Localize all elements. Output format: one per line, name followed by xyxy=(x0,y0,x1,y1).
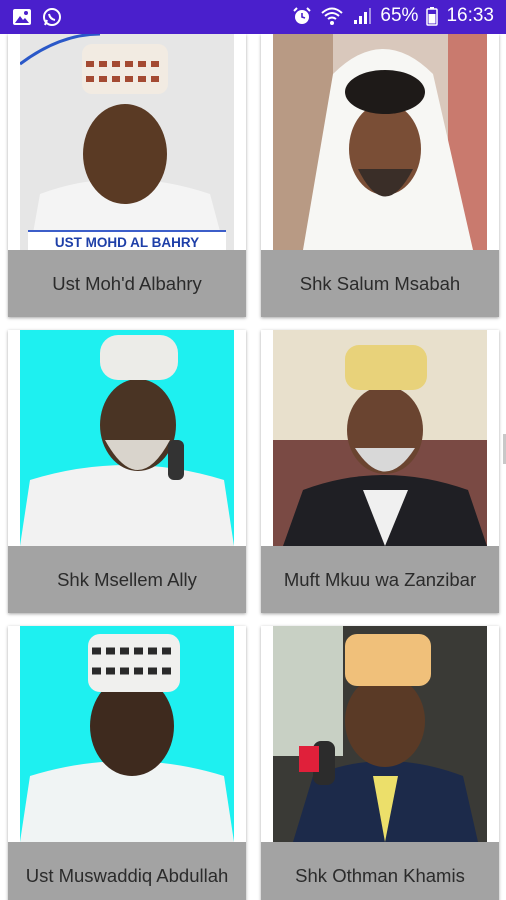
wifi-icon xyxy=(320,6,344,26)
whatsapp-icon xyxy=(42,7,62,27)
scholar-name-bar: Shk Msellem Ally xyxy=(8,546,246,613)
scholar-card[interactable]: Shk Othman Khamis xyxy=(261,626,499,900)
scholar-name-bar: Muft Mkuu wa Zanzibar xyxy=(261,546,499,613)
battery-icon xyxy=(426,6,439,26)
status-bar: 65% 16:33 xyxy=(0,0,506,34)
scholar-name-bar: Shk Salum Msabah xyxy=(261,250,499,317)
scholar-photo: UST MOHD AL BAHRY xyxy=(20,34,234,250)
scholar-card[interactable]: Shk Msellem Ally xyxy=(8,330,246,613)
scholar-card[interactable]: UST MOHD AL BAHRY Ust Moh'd Albahry xyxy=(8,34,246,317)
scholar-name-bar: Ust Moh'd Albahry xyxy=(8,250,246,317)
scholar-name: Ust Moh'd Albahry xyxy=(52,272,202,294)
scholar-card[interactable]: Shk Salum Msabah xyxy=(261,34,499,317)
scholar-name: Shk Salum Msabah xyxy=(299,272,461,294)
scholar-name-bar: Ust Muswaddiq Abdullah xyxy=(8,842,246,900)
scholar-photo xyxy=(20,330,234,546)
photo-banner: UST MOHD AL BAHRY xyxy=(28,230,226,250)
alarm-icon xyxy=(292,6,312,26)
scholar-card[interactable]: Ust Muswaddiq Abdullah xyxy=(8,626,246,900)
scholar-name: Shk Msellem Ally xyxy=(57,568,197,590)
image-icon xyxy=(12,7,32,27)
scholar-grid: UST MOHD AL BAHRY Ust Moh'd Albahry Shk … xyxy=(0,34,506,900)
scholar-photo xyxy=(273,34,487,250)
scholar-photo xyxy=(20,626,234,842)
battery-percent: 65% xyxy=(380,5,419,26)
signal-icon xyxy=(352,6,372,26)
scholar-name: Muft Mkuu wa Zanzibar xyxy=(283,568,477,590)
clock: 16:33 xyxy=(446,5,494,26)
scholar-name: Shk Othman Khamis xyxy=(295,864,465,886)
scholar-name: Ust Muswaddiq Abdullah xyxy=(25,864,229,886)
scholar-card[interactable]: Muft Mkuu wa Zanzibar xyxy=(261,330,499,613)
scholar-photo xyxy=(273,330,487,546)
scholar-photo xyxy=(273,626,487,842)
scholar-name-bar: Shk Othman Khamis xyxy=(261,842,499,900)
